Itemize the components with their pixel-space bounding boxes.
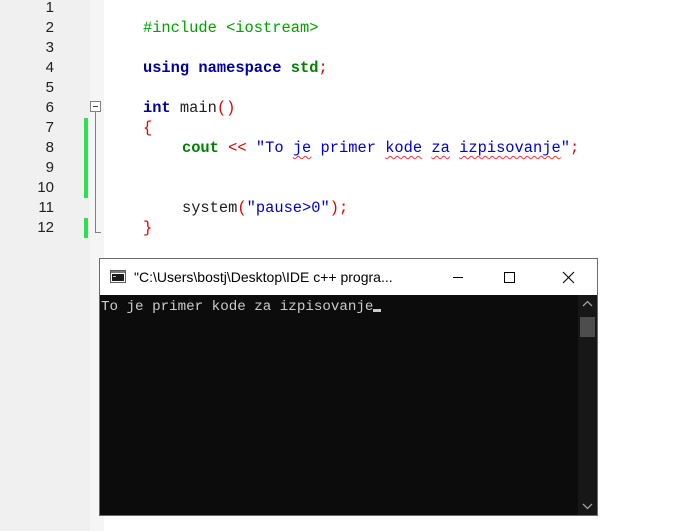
console-output-line: To je primer kode za izpisovanje xyxy=(101,299,382,315)
console-app-icon[interactable] xyxy=(110,270,126,283)
function-system: system xyxy=(181,199,238,217)
line-number: 5 xyxy=(45,79,54,96)
line-number: 7 xyxy=(45,119,54,136)
semicolon: ; xyxy=(318,59,328,77)
console-title: "C:\Users\bostj\Desktop\IDE c++ progra..… xyxy=(134,269,393,285)
string-literal: "To je primer kode za izpisovanje" xyxy=(255,139,570,157)
maximize-icon xyxy=(504,272,515,283)
line-number: 8 xyxy=(45,139,54,156)
console-window[interactable]: "C:\Users\bostj\Desktop\IDE c++ progra..… xyxy=(99,258,598,516)
parentheses: () xyxy=(216,99,236,117)
chevron-down-icon xyxy=(582,503,593,510)
line-number: 12 xyxy=(37,219,54,236)
scroll-up-button[interactable] xyxy=(578,295,597,313)
maximize-button[interactable] xyxy=(487,259,533,295)
minimize-button[interactable] xyxy=(435,259,481,295)
spellcheck-word: izpisovanje xyxy=(459,139,561,157)
close-paren: ) xyxy=(329,199,339,217)
console-output-area[interactable]: To je primer kode za izpisovanje xyxy=(100,295,578,515)
code-line-7[interactable]: cout << "To je primer kode za izpisovanj… xyxy=(145,118,579,157)
code-line-11[interactable]: } xyxy=(106,198,152,237)
line-number: 2 xyxy=(45,19,54,36)
line-number: 11 xyxy=(38,199,54,216)
close-brace: } xyxy=(142,219,153,237)
spellcheck-word: za xyxy=(431,139,450,157)
line-number: 10 xyxy=(37,179,54,196)
line-number: 9 xyxy=(45,159,54,176)
chevron-up-icon xyxy=(582,300,593,307)
line-number-gutter: 1 2 3 4 5 6 7 8 9 10 11 12 xyxy=(0,0,90,531)
semicolon: ; xyxy=(569,139,580,157)
text-cursor xyxy=(373,309,382,312)
fold-range-end xyxy=(95,232,101,233)
line-number: 4 xyxy=(45,59,54,76)
stream-operator: << xyxy=(218,139,256,157)
function-main: main xyxy=(170,99,217,117)
code-line-5[interactable]: int main() xyxy=(106,78,235,117)
minimize-icon xyxy=(453,277,463,278)
preprocessor-directive: #include <iostream> xyxy=(142,19,319,37)
close-icon xyxy=(562,271,575,284)
code-line-3[interactable]: using namespace std; xyxy=(106,38,328,77)
console-scrollbar[interactable] xyxy=(578,295,597,515)
console-titlebar[interactable]: "C:\Users\bostj\Desktop\IDE c++ progra..… xyxy=(100,259,597,295)
fold-collapse-icon[interactable] xyxy=(90,101,101,112)
string-literal: "pause>0" xyxy=(246,199,330,217)
line-number: 1 xyxy=(45,0,54,16)
code-line-10[interactable]: system("pause>0"); xyxy=(145,178,348,217)
line-number: 6 xyxy=(45,99,54,116)
changed-lines-marker xyxy=(84,118,88,198)
open-paren: ( xyxy=(237,199,247,217)
close-button[interactable] xyxy=(546,259,592,295)
changed-lines-marker xyxy=(84,218,88,238)
keyword-using: using xyxy=(142,59,190,77)
spellcheck-word: je xyxy=(292,139,312,157)
line-number: 3 xyxy=(45,39,54,56)
code-line-6[interactable]: { xyxy=(106,98,152,137)
namespace-std: std xyxy=(290,59,319,77)
spellcheck-word: kode xyxy=(385,139,423,157)
semicolon: ; xyxy=(339,199,349,217)
cout-identifier: cout xyxy=(181,139,219,157)
keyword-namespace: namespace xyxy=(198,59,282,77)
fold-range-line xyxy=(95,112,96,233)
scroll-thumb[interactable] xyxy=(580,317,595,337)
code-line-1[interactable]: #include <iostream> xyxy=(106,0,318,37)
scroll-down-button[interactable] xyxy=(578,497,597,515)
